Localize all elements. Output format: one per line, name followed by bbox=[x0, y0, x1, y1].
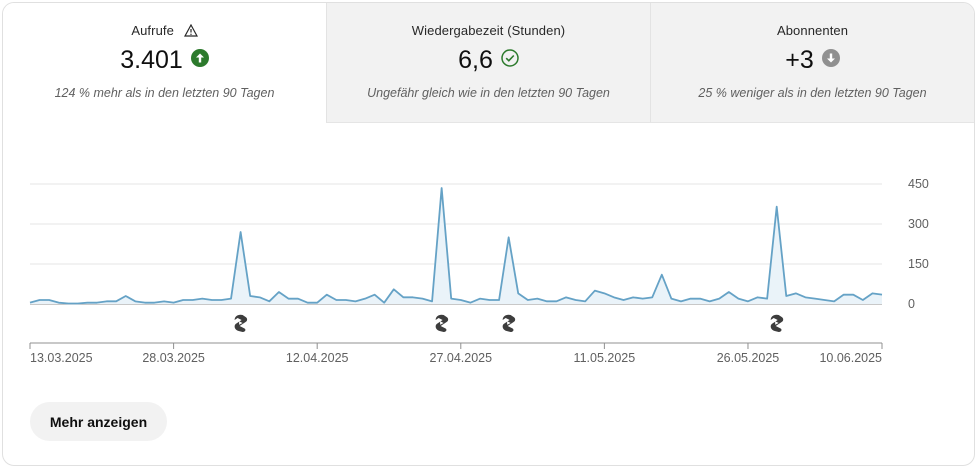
metric-label: Abonnenten bbox=[776, 23, 849, 38]
metric-value: 3.401 bbox=[120, 46, 183, 74]
chart-svg: 0 150 300 450 13.03.2025 28.03.2025 12.04.2025… bbox=[29, 177, 929, 365]
warning-triangle-icon[interactable] bbox=[183, 23, 198, 40]
metric-value: 6,6 bbox=[458, 46, 493, 74]
metrics-tabs: Aufrufe 3.401 124 % mehr als in den letz… bbox=[3, 3, 974, 123]
metric-label: Wiedergabezeit (Stunden) bbox=[411, 23, 566, 38]
metric-tab-abonnenten[interactable]: Abonnenten +3 25 % weniger als in den le… bbox=[650, 3, 974, 123]
x-tick-label: 28.03.2025 bbox=[142, 351, 205, 365]
metric-label: Aufrufe bbox=[131, 23, 174, 38]
series-line bbox=[29, 187, 883, 305]
x-tick-label: 26.05.2025 bbox=[717, 351, 780, 365]
x-tick-label: 10.06.2025 bbox=[819, 351, 882, 365]
arrow-up-circle-icon bbox=[190, 48, 209, 72]
metric-label-row: Aufrufe bbox=[3, 23, 326, 40]
metric-note: 124 % mehr als in den letzten 90 Tagen bbox=[54, 86, 275, 100]
y-tick-label: 0 bbox=[908, 297, 915, 311]
shorts-icon bbox=[502, 314, 516, 332]
check-circle-icon bbox=[501, 48, 519, 72]
metric-tab-aufrufe[interactable]: Aufrufe 3.401 124 % mehr als in den letz… bbox=[3, 3, 326, 123]
x-tick-label: 13.03.2025 bbox=[30, 351, 93, 365]
y-tick-label: 150 bbox=[908, 257, 929, 271]
more-button[interactable]: Mehr anzeigen bbox=[30, 402, 167, 441]
shorts-icon bbox=[435, 314, 449, 332]
arrow-down-circle-icon bbox=[821, 48, 840, 72]
metric-value-row: 3.401 bbox=[3, 43, 326, 77]
y-tick-label: 450 bbox=[908, 177, 929, 191]
shorts-icon bbox=[234, 314, 248, 332]
shorts-icon bbox=[770, 314, 784, 332]
metric-note: 25 % weniger als in den letzten 90 Tagen bbox=[698, 86, 927, 100]
metric-note: Ungefähr gleich wie in den letzten 90 Ta… bbox=[367, 86, 610, 100]
series-area bbox=[30, 188, 882, 304]
metric-value: +3 bbox=[785, 46, 814, 74]
metric-value-row: +3 bbox=[651, 43, 974, 77]
y-tick-label: 300 bbox=[908, 217, 929, 231]
metric-value-row: 6,6 bbox=[327, 43, 650, 77]
x-tick-label: 27.04.2025 bbox=[430, 351, 493, 365]
metric-tab-wiedergabezeit[interactable]: Wiedergabezeit (Stunden) 6,6 Ungefähr gl… bbox=[326, 3, 650, 123]
x-tick-label: 12.04.2025 bbox=[286, 351, 349, 365]
analytics-card: Aufrufe 3.401 124 % mehr als in den letz… bbox=[2, 2, 975, 466]
x-tick-label: 11.05.2025 bbox=[574, 351, 636, 365]
views-chart: 0 150 300 450 13.03.2025 28.03.2025 12.04.2025… bbox=[3, 123, 974, 373]
